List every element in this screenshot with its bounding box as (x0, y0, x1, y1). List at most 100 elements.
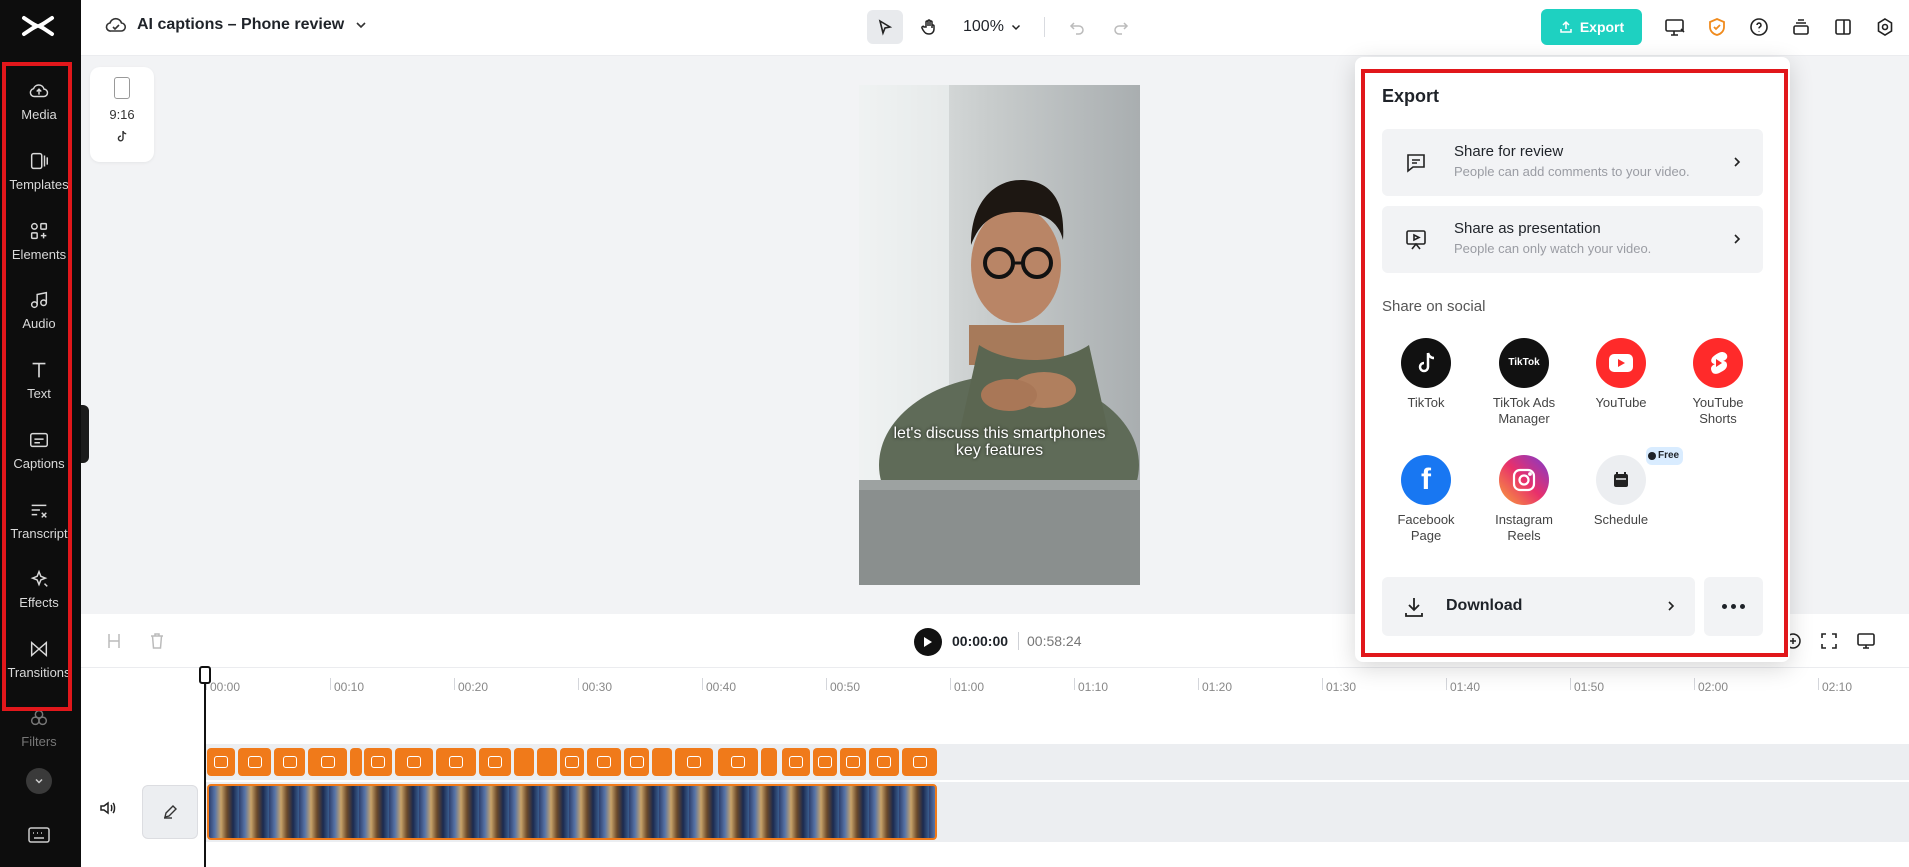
sidebar-item-label: Audio (22, 316, 56, 331)
export-button[interactable]: Export (1541, 9, 1642, 45)
capcut-logo[interactable] (20, 12, 56, 40)
social-tiktok[interactable]: TikTok (1381, 338, 1471, 411)
caption-clip[interactable] (902, 748, 937, 776)
transitions-icon (30, 640, 48, 658)
video-frame-image (859, 85, 1140, 585)
settings-button[interactable] (1869, 12, 1901, 42)
ruler-label: 00:00 (210, 680, 241, 694)
ruler-tick (578, 678, 579, 690)
caption-clip[interactable] (436, 748, 476, 776)
caption-clip[interactable] (514, 748, 534, 776)
redo-icon (1114, 22, 1128, 35)
share-as-presentation-option[interactable]: Share as presentation People can only wa… (1382, 206, 1763, 273)
fullscreen-icon[interactable] (1819, 631, 1839, 651)
caption-clip[interactable] (624, 748, 649, 776)
more-options-button[interactable] (1704, 577, 1763, 636)
cursor-icon (878, 19, 893, 36)
youtube-shorts-icon (1693, 338, 1743, 388)
ruler-tick (1694, 678, 1695, 690)
sidebar-item-filters[interactable]: Filters (0, 695, 78, 761)
playhead[interactable] (204, 668, 206, 867)
aspect-ratio-card[interactable]: 9:16 (90, 67, 154, 162)
social-tiktok-ads-manager[interactable]: TikTok TikTok Ads Manager (1479, 338, 1569, 427)
sidebar-item-captions[interactable]: Captions (0, 417, 78, 483)
presentation-icon (1406, 230, 1426, 250)
sidebar-item-transitions[interactable]: Transitions (0, 626, 78, 692)
caption-clip[interactable] (652, 748, 672, 776)
undo-icon (1069, 22, 1084, 35)
current-time: 00:00:00 (952, 633, 1009, 649)
volume-icon[interactable] (99, 800, 117, 816)
layout-button[interactable] (1827, 12, 1859, 42)
video-clip[interactable] (207, 784, 937, 840)
video-preview[interactable]: let's discuss this smartphones key featu… (859, 85, 1140, 585)
caption-clip[interactable] (782, 748, 810, 776)
panel-toggle-handle[interactable] (81, 405, 89, 463)
redo-button[interactable] (1103, 10, 1139, 44)
caption-clip[interactable] (350, 748, 362, 776)
social-schedule[interactable]: Free Schedule (1576, 447, 1684, 528)
keyboard-icon[interactable] (26, 824, 52, 846)
shield-button[interactable] (1701, 12, 1733, 42)
undo-button[interactable] (1059, 10, 1095, 44)
trash-icon[interactable] (149, 632, 165, 650)
templates-icon (30, 152, 48, 170)
split-icon[interactable] (106, 632, 122, 650)
play-icon (924, 637, 932, 647)
hand-tool-button[interactable] (911, 10, 947, 44)
play-button[interactable] (914, 628, 942, 656)
caption-clip[interactable] (364, 748, 392, 776)
caption-clip[interactable] (675, 748, 713, 776)
present-button[interactable] (1659, 12, 1691, 42)
caption-clip[interactable] (560, 748, 584, 776)
sidebar-item-label: Transcript (10, 526, 68, 541)
caption-clip[interactable] (238, 748, 271, 776)
layers-button[interactable] (1785, 12, 1817, 42)
select-tool-button[interactable] (867, 10, 903, 44)
download-button[interactable]: Download (1382, 577, 1695, 636)
playhead-handle[interactable] (199, 666, 211, 684)
social-youtube-shorts[interactable]: YouTube Shorts (1673, 338, 1763, 427)
subtitle-caption[interactable]: let's discuss this smartphones key featu… (859, 425, 1140, 459)
caption-clip[interactable] (537, 748, 557, 776)
caption-clip[interactable] (207, 748, 235, 776)
caption-clip[interactable] (274, 748, 305, 776)
caption-clip[interactable] (840, 748, 866, 776)
caption-clip[interactable] (395, 748, 433, 776)
edit-cover-button[interactable] (142, 785, 198, 839)
ruler-label: 01:10 (1078, 680, 1109, 694)
caption-clip[interactable] (761, 748, 777, 776)
caption-clip[interactable] (479, 748, 511, 776)
ruler-tick (950, 678, 951, 690)
timeline[interactable]: 00:00 00:10 00:20 00:30 00:40 00:50 01:0… (81, 666, 1909, 867)
caption-clip[interactable] (869, 748, 899, 776)
sidebar-item-media[interactable]: Media (0, 68, 78, 134)
download-label: Download (1446, 597, 1523, 614)
hand-icon (921, 19, 935, 35)
caption-clip[interactable] (813, 748, 837, 776)
sidebar-item-templates[interactable]: Templates (0, 138, 78, 204)
monitor-icon[interactable] (1856, 631, 1876, 651)
project-title-group[interactable]: AI captions – Phone review (105, 16, 368, 34)
social-youtube[interactable]: YouTube (1576, 338, 1666, 411)
time-ruler[interactable]: 00:00 00:10 00:20 00:30 00:40 00:50 01:0… (81, 668, 1909, 698)
sidebar-item-effects[interactable]: Effects (0, 556, 78, 622)
sidebar-item-elements[interactable]: Elements (0, 208, 78, 274)
sidebar-item-text[interactable]: Text (0, 347, 78, 413)
sidebar-item-label: Text (27, 386, 51, 401)
caption-clip[interactable] (718, 748, 758, 776)
caption-clip[interactable] (308, 748, 347, 776)
export-panel-title: Export (1382, 86, 1440, 106)
help-button[interactable] (1743, 12, 1775, 42)
zoom-select[interactable]: 100% (955, 18, 1030, 36)
social-instagram-reels[interactable]: Instagram Reels (1479, 455, 1569, 544)
share-for-review-option[interactable]: Share for review People can add comments… (1382, 129, 1763, 196)
sidebar-item-transcript[interactable]: Transcript (0, 487, 78, 553)
captions-icon (629, 756, 644, 768)
ruler-label: 01:40 (1450, 680, 1481, 694)
sidebar-item-audio[interactable]: Audio (0, 277, 78, 343)
sidebar-expand-button[interactable] (26, 768, 52, 794)
option-description: People can only watch your video. (1454, 241, 1652, 256)
social-facebook-page[interactable]: f Facebook Page (1381, 455, 1471, 544)
caption-clip[interactable] (587, 748, 621, 776)
